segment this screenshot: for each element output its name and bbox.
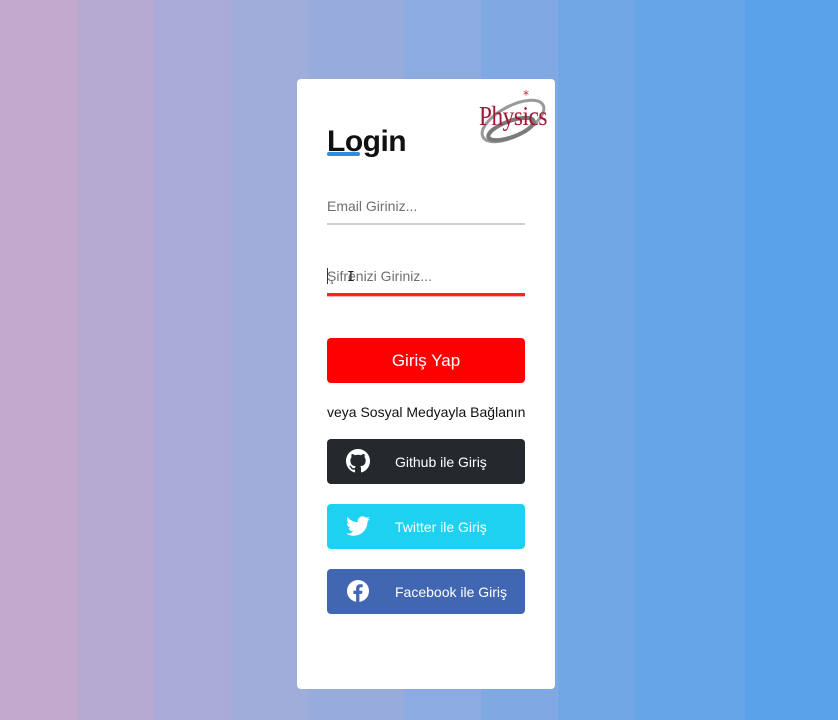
- facebook-label: Facebook ile Giriş: [395, 584, 508, 600]
- password-field-wrapper: I: [327, 259, 525, 296]
- password-underline: [327, 293, 525, 296]
- physics-logo: * Physics: [475, 85, 549, 151]
- svg-text:*: *: [523, 88, 529, 102]
- facebook-icon: [347, 580, 369, 602]
- login-card: * Physics Login I Giriş Yap veya Sosyal …: [297, 79, 555, 689]
- twitter-login-button[interactable]: Twitter ile Giriş: [327, 504, 525, 549]
- github-label: Github ile Giriş: [395, 454, 487, 470]
- twitter-icon: [346, 516, 370, 536]
- twitter-label: Twitter ile Giriş: [395, 519, 487, 535]
- email-underline: [327, 223, 525, 225]
- social-connect-text: veya Sosyal Medyayla Bağlanın: [327, 404, 526, 420]
- email-input[interactable]: [327, 189, 525, 223]
- github-login-button[interactable]: Github ile Giriş: [327, 439, 525, 484]
- logo-text: Physics: [479, 101, 547, 131]
- github-icon: [346, 449, 370, 473]
- facebook-login-button[interactable]: Facebook ile Giriş: [327, 569, 525, 614]
- login-button[interactable]: Giriş Yap: [327, 338, 525, 383]
- ibeam-cursor-icon: I: [347, 270, 355, 285]
- text-caret: [327, 268, 328, 284]
- password-input[interactable]: [327, 259, 525, 293]
- email-field-wrapper: [327, 189, 525, 225]
- title-underline: [327, 152, 360, 156]
